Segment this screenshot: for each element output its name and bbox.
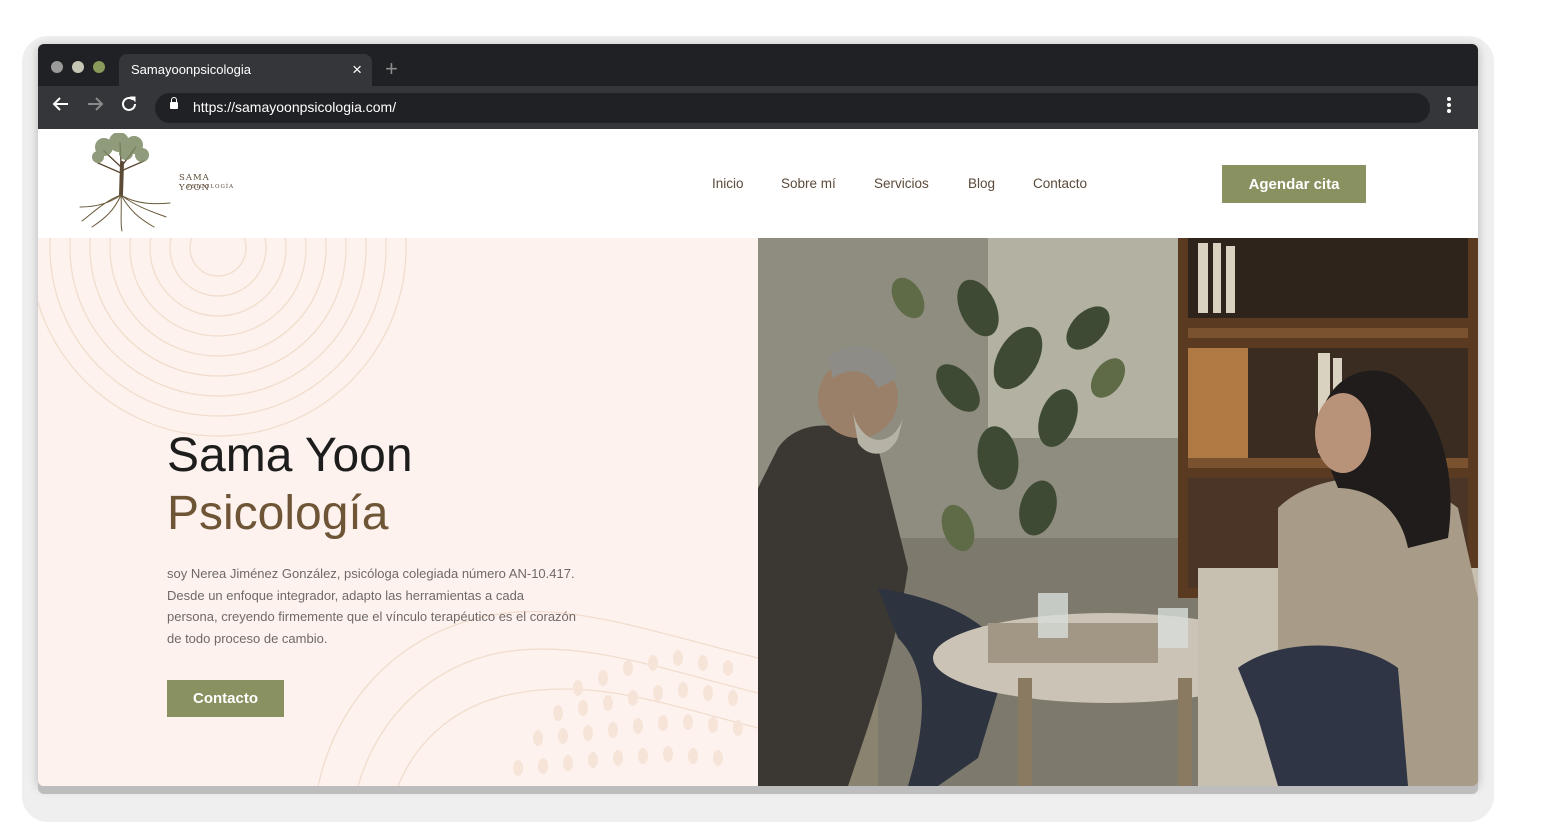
therapy-session-photo [758,238,1478,786]
nav-sobre-mi[interactable]: Sobre mí [781,176,836,191]
hero-photo [758,238,1478,786]
close-window-button[interactable] [51,61,63,73]
nav-servicios[interactable]: Servicios [874,176,929,191]
reload-icon[interactable] [120,95,138,120]
agendar-cita-button[interactable]: Agendar cita [1222,165,1366,203]
browser-tab[interactable]: Samayoonpsicologia × [119,54,372,86]
decorative-pattern [38,238,758,786]
hero-title-line1: Sama Yoon [167,429,413,482]
logo-name: SAMA YOON [179,173,210,193]
lock-icon [170,97,178,109]
website: SAMA YOON PSICOLOGÍA Inicio Sobre mí Ser… [38,129,1478,786]
tab-strip: Samayoonpsicologia × + [38,44,1478,86]
nav-blog[interactable]: Blog [968,176,995,191]
address-bar: https://samayoonpsicologia.com/ [38,86,1478,129]
hero-bio: soy Nerea Jiménez González, psicóloga co… [167,566,577,646]
contacto-button[interactable]: Contacto [167,680,284,717]
hero-text-panel: Sama Yoon Psicología soy Nerea Jiménez G… [38,238,758,786]
tab-title: Samayoonpsicologia [131,62,251,77]
nav-contacto[interactable]: Contacto [1033,176,1087,191]
browser-window: Samayoonpsicologia × + https://samayoonp… [38,44,1478,786]
maximize-window-button[interactable] [93,61,105,73]
tab-close-icon[interactable]: × [352,60,362,80]
site-header: SAMA YOON PSICOLOGÍA Inicio Sobre mí Ser… [38,129,1478,238]
url-text[interactable]: https://samayoonpsicologia.com/ [193,99,396,115]
back-arrow-icon[interactable] [52,95,70,120]
nav-inicio[interactable]: Inicio [712,176,744,191]
hero-title-line2: Psicología [167,487,389,540]
new-tab-button[interactable]: + [385,56,398,82]
kebab-menu-icon[interactable] [1446,95,1452,121]
logo-subtitle: PSICOLOGÍA [187,184,235,190]
site-logo[interactable]: SAMA YOON PSICOLOGÍA [74,132,233,233]
minimize-window-button[interactable] [72,61,84,73]
forward-arrow-icon[interactable] [86,95,104,120]
url-field[interactable]: https://samayoonpsicologia.com/ [155,93,1430,123]
